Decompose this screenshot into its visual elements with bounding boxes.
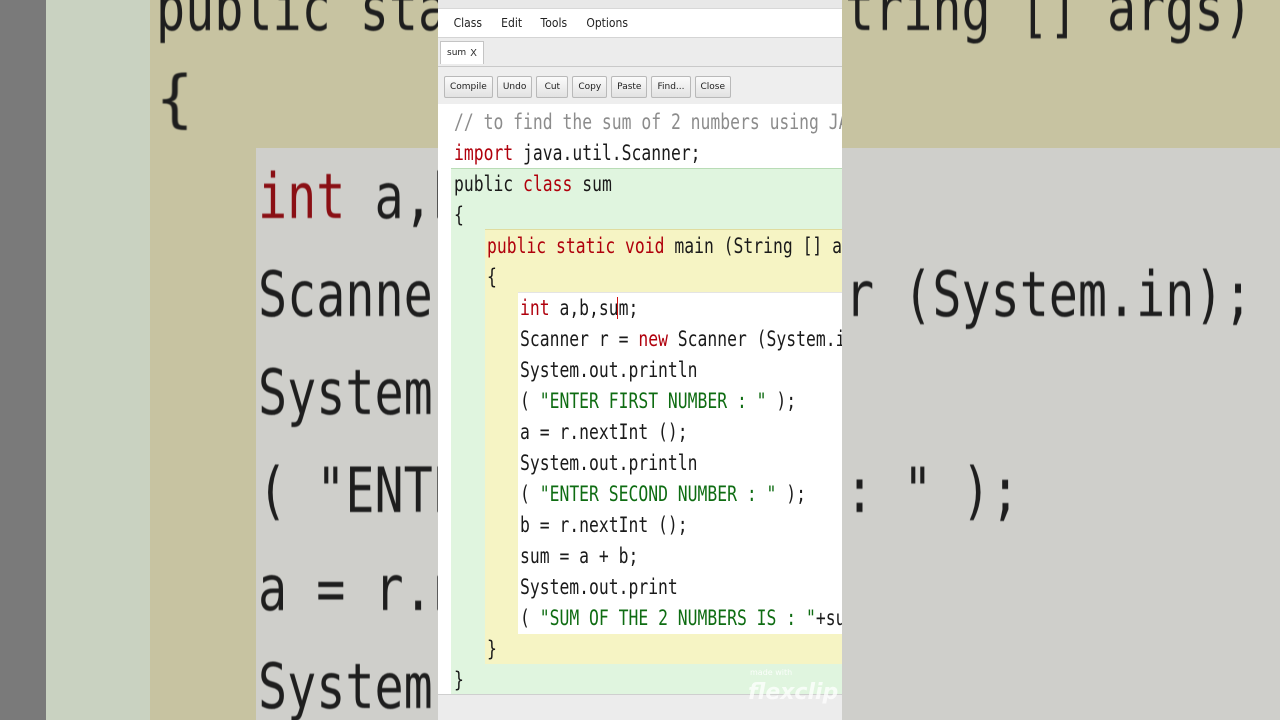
bg-line-4b: r (System.in); [845,258,1253,331]
menu-options[interactable]: Options [580,16,636,30]
code-line-inner-open: { [487,265,497,289]
ide-window: Class Edit Tools Options sum X Compile U… [438,0,842,720]
code-line-import: import java.util.Scanner; [454,141,701,165]
bg-line-4: Scanner [258,258,462,331]
menu-bar: Class Edit Tools Options [438,9,842,37]
toolbar: Compile Undo Cut Copy Paste Find... Clos… [438,67,842,108]
menu-edit[interactable]: Edit [494,16,529,30]
code-line-close-brace: } [454,668,464,692]
bg-line-1b: tring [] args) [845,0,1253,45]
code-line-class: public class sum [454,172,612,196]
menu-tools[interactable]: Tools [533,16,574,30]
text-caret [617,297,618,319]
copy-button[interactable]: Copy [572,76,608,98]
background-edge [0,0,46,720]
cut-button[interactable]: Cut [536,76,569,98]
code-line-str3: ( "SUM OF THE 2 NUMBERS IS : "+sum); [520,606,842,630]
bg-line-2: { [156,62,194,135]
bg-line-6: ( "ENTE [258,454,462,527]
code-line-next-a: a = r.nextInt (); [520,420,688,444]
bg-line-6b: : " ); [845,454,1020,527]
code-line-println1: System.out.println [520,358,698,382]
tab-sum[interactable]: sum X [440,41,485,64]
close-icon[interactable]: X [470,48,477,59]
code-line-next-b: b = r.nextInt (); [520,513,688,537]
code-line-sum: sum = a + b; [520,544,639,568]
bg-line-3: int a,b [258,160,462,233]
code-line-inner-close: } [487,637,497,661]
title-strip [438,0,842,9]
watermark-caption: made with [750,668,793,677]
code-line-comment: // to find the sum of 2 numbers using JA… [454,110,842,134]
code-line-open-brace: { [454,203,464,227]
code-editor[interactable]: // to find the sum of 2 numbers using JA… [438,104,842,704]
tab-label: sum [447,48,467,58]
undo-button[interactable]: Undo [496,76,533,98]
tab-bar: sum X [438,37,842,67]
code-line-println2: System.out.println [520,451,698,475]
code-line-int: int a,b,sum; [520,296,639,320]
bg-line-1: public stat [156,0,477,45]
bg-line-5: System. [258,356,462,429]
code-line-str1: ( "ENTER FIRST NUMBER : " ); [520,389,797,413]
bg-line-8: System. [258,650,462,720]
code-line-scanner: Scanner r = new Scanner (System.in); [520,327,842,351]
code-line-str2: ( "ENTER SECOND NUMBER : " ); [520,482,807,506]
find-button[interactable]: Find... [651,76,691,98]
watermark-logo: flexclip [748,680,839,705]
compile-button[interactable]: Compile [444,76,493,98]
code-line-print3: System.out.print [520,575,678,599]
close-button[interactable]: Close [694,76,732,98]
paste-button[interactable]: Paste [611,76,648,98]
bg-line-7: a = r.n [258,552,462,625]
code-line-main: public static void main (String [] args) [487,234,842,258]
menu-class[interactable]: Class [446,16,489,30]
